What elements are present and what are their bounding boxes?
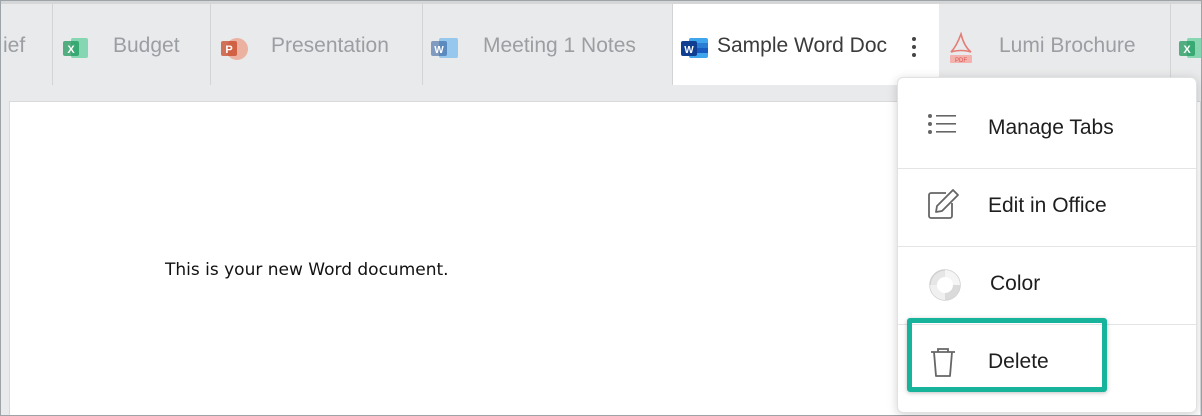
tab-partial-right[interactable]: X (1171, 4, 1201, 85)
edit-in-office-menu-item[interactable]: Edit in Office (898, 168, 1196, 247)
tab-sample-word-doc[interactable]: W Sample Word Doc (673, 4, 939, 85)
tab-label: Lumi Brochure (999, 34, 1136, 57)
document-text: This is your new Word document. (165, 260, 449, 280)
tab-label: Sample Word Doc (717, 34, 888, 57)
tab-meeting-notes[interactable]: W Meeting 1 Notes (423, 4, 673, 85)
menu-item-label: Delete (988, 350, 1049, 373)
tab-label: Budget (113, 34, 180, 57)
tab-lumi-brochure[interactable]: PDF Lumi Brochure (939, 4, 1171, 85)
more-options-icon[interactable] (911, 37, 917, 57)
tab-label: Meeting 1 Notes (483, 34, 636, 57)
manage-tabs-menu-item[interactable]: Manage Tabs (898, 90, 1196, 169)
svg-text:X: X (67, 44, 75, 56)
tab-partial[interactable]: ief (1, 4, 53, 85)
trash-icon (928, 346, 958, 383)
tab-presentation[interactable]: P Presentation (211, 4, 423, 85)
menu-item-label: Manage Tabs (988, 116, 1114, 139)
color-wheel-icon (928, 268, 962, 307)
svg-text:P: P (225, 44, 232, 56)
tab-label: ief (3, 34, 26, 57)
excel-icon: X (63, 37, 89, 65)
word-icon: W (431, 37, 459, 65)
edit-icon (926, 188, 960, 225)
powerpoint-icon: P (221, 37, 249, 67)
word-icon: W (681, 37, 709, 65)
svg-text:X: X (1183, 44, 1191, 56)
svg-text:W: W (434, 45, 444, 56)
color-menu-item[interactable]: Color (898, 246, 1196, 325)
delete-menu-item[interactable]: Delete (898, 324, 1196, 408)
tab-context-menu: Manage Tabs Edit in Office Color Delete (897, 77, 1197, 413)
tab-budget[interactable]: X Budget (53, 4, 211, 85)
menu-item-label: Color (990, 272, 1041, 295)
tab-label: Presentation (271, 34, 389, 57)
excel-icon: X (1179, 37, 1201, 65)
tab-bar: ief X Budget P Presentation W Meeting 1 … (1, 1, 1201, 85)
svg-text:PDF: PDF (955, 58, 967, 64)
pdf-icon: PDF (949, 31, 973, 70)
svg-text:W: W (684, 45, 694, 56)
menu-item-label: Edit in Office (988, 194, 1107, 217)
list-icon (926, 112, 958, 143)
